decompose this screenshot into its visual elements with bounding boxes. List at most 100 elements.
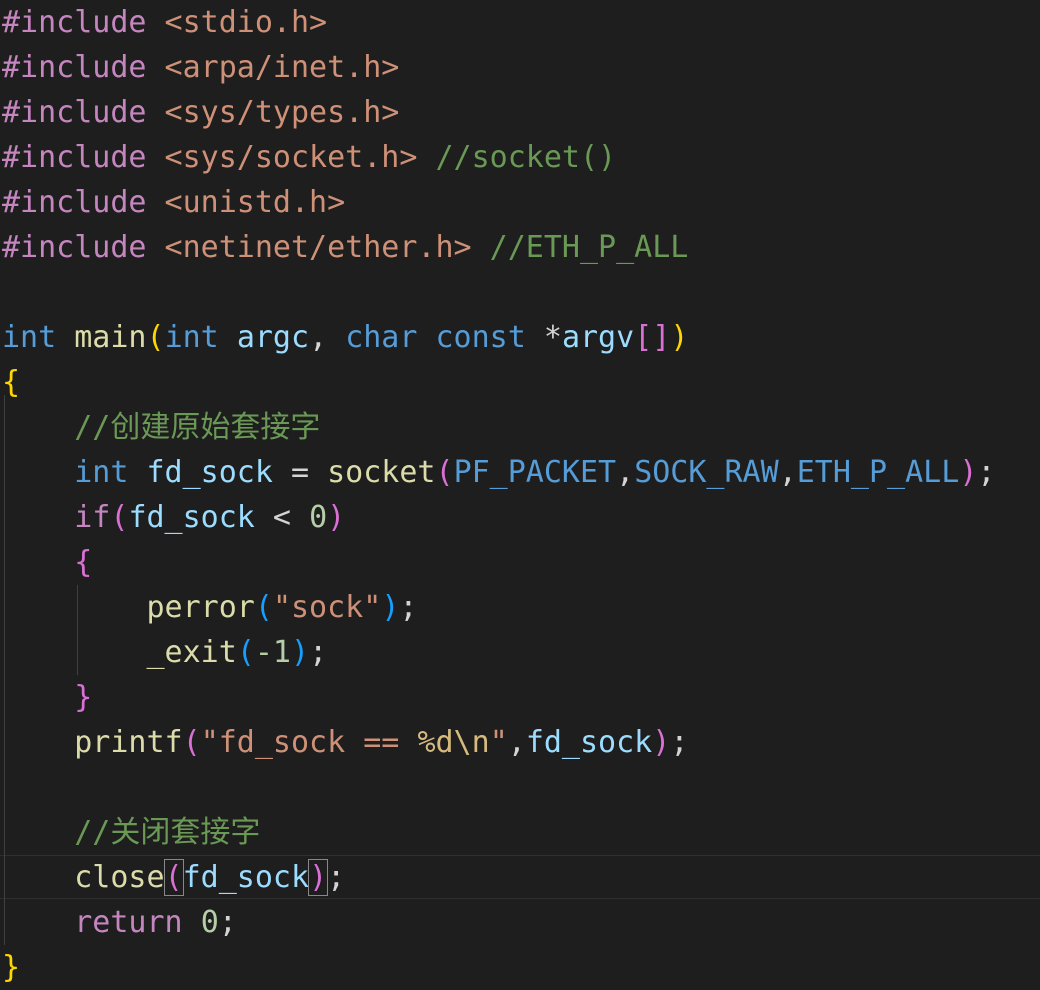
code-token: } — [74, 680, 93, 715]
code-token: ; — [977, 455, 996, 490]
code-token: #include — [2, 95, 147, 130]
code-line[interactable]: _exit(-1); — [2, 630, 328, 675]
code-token: ) — [670, 320, 689, 355]
code-token: <sys/socket.h> — [146, 140, 418, 175]
code-token: int — [74, 455, 129, 490]
code-token: , — [507, 725, 526, 760]
code-token: <unistd.h> — [146, 185, 346, 220]
code-line[interactable]: { — [2, 540, 92, 585]
code-token: ; — [218, 905, 237, 940]
code-line[interactable]: } — [2, 945, 20, 990]
code-token: return — [74, 905, 183, 940]
code-token: perror — [146, 590, 255, 625]
code-token: <netinet/ether.h> — [146, 230, 472, 265]
code-token: * — [525, 320, 562, 355]
matched-bracket: ) — [308, 859, 329, 896]
code-token: ( — [236, 635, 255, 670]
code-token: if — [74, 500, 111, 535]
code-line[interactable]: close(fd_sock); — [2, 855, 345, 900]
code-token: ; — [399, 590, 418, 625]
code-token: 0 — [309, 500, 328, 535]
code-token: <arpa/inet.h> — [146, 50, 400, 85]
code-token: close — [74, 860, 165, 895]
code-line[interactable]: int fd_sock = socket(PF_PACKET,SOCK_RAW,… — [2, 450, 995, 495]
code-line[interactable]: return 0; — [2, 900, 237, 945]
code-token: #include — [2, 230, 147, 265]
code-line[interactable]: } — [2, 675, 92, 720]
code-line[interactable]: //关闭套接字 — [2, 810, 260, 855]
code-line[interactable]: printf("fd_sock == %d\n",fd_sock); — [2, 720, 688, 765]
code-line[interactable]: #include <sys/types.h> — [2, 90, 399, 135]
code-line[interactable]: int main(int argc, char const *argv[]) — [2, 315, 688, 360]
code-token: < — [254, 500, 310, 535]
code-line[interactable]: #include <netinet/ether.h> //ETH_P_ALL — [2, 225, 688, 270]
code-token: fd_sock — [146, 455, 273, 490]
code-line[interactable]: if(fd_sock < 0) — [2, 495, 345, 540]
code-token: //关闭套接字 — [74, 815, 261, 850]
code-token: ; — [670, 725, 689, 760]
code-token: argv — [561, 320, 635, 355]
code-token: //ETH_P_ALL — [471, 230, 689, 265]
code-token: printf — [74, 725, 183, 760]
code-token: } — [2, 950, 21, 985]
code-token: #include — [2, 50, 147, 85]
code-token: " — [489, 725, 508, 760]
code-token: ) — [327, 500, 346, 535]
code-line[interactable]: #include <stdio.h> — [2, 0, 327, 45]
code-token: 0 — [200, 905, 219, 940]
code-token: int — [2, 320, 57, 355]
code-line[interactable]: { — [2, 360, 20, 405]
code-token: ) — [959, 455, 978, 490]
code-token: argc — [236, 320, 310, 355]
code-line[interactable]: perror("sock"); — [2, 585, 418, 630]
code-token: ) — [291, 635, 310, 670]
code-token: _exit — [146, 635, 237, 670]
code-line[interactable]: #include <unistd.h> — [2, 180, 345, 225]
code-line[interactable]: //创建原始套接字 — [2, 405, 320, 450]
code-token: "fd_sock == — [200, 725, 418, 760]
code-token: [] — [634, 320, 671, 355]
code-token: ) — [652, 725, 671, 760]
code-token: #include — [2, 140, 147, 175]
code-token: ; — [327, 860, 346, 895]
code-token: ; — [309, 635, 328, 670]
code-token: -1 — [254, 635, 291, 670]
code-line[interactable]: #include <arpa/inet.h> — [2, 45, 399, 90]
code-token: int — [164, 320, 219, 355]
code-token: = — [272, 455, 328, 490]
code-token: ETH_P_ALL — [796, 455, 960, 490]
code-token: "sock" — [272, 590, 382, 625]
code-token: <stdio.h> — [146, 5, 328, 40]
code-token: { — [74, 545, 93, 580]
code-token: fd_sock — [128, 500, 255, 535]
code-token: ) — [381, 590, 400, 625]
code-token: ( — [435, 455, 454, 490]
code-token: #include — [2, 185, 147, 220]
code-token: ( — [182, 725, 201, 760]
code-token: PF_PACKET — [453, 455, 617, 490]
code-token: %d\n — [417, 725, 490, 760]
code-token: ( — [146, 320, 165, 355]
code-line[interactable]: #include <sys/socket.h> //socket() — [2, 135, 616, 180]
code-token: SOCK_RAW — [634, 455, 779, 490]
code-token: char — [345, 320, 418, 355]
code-editor[interactable]: #include <stdio.h> #include <arpa/inet.h>… — [0, 0, 1040, 985]
code-token: , — [309, 320, 346, 355]
code-token: main — [74, 320, 147, 355]
code-token: { — [2, 365, 21, 400]
code-token: //socket() — [417, 140, 617, 175]
code-token: fd_sock — [525, 725, 653, 760]
